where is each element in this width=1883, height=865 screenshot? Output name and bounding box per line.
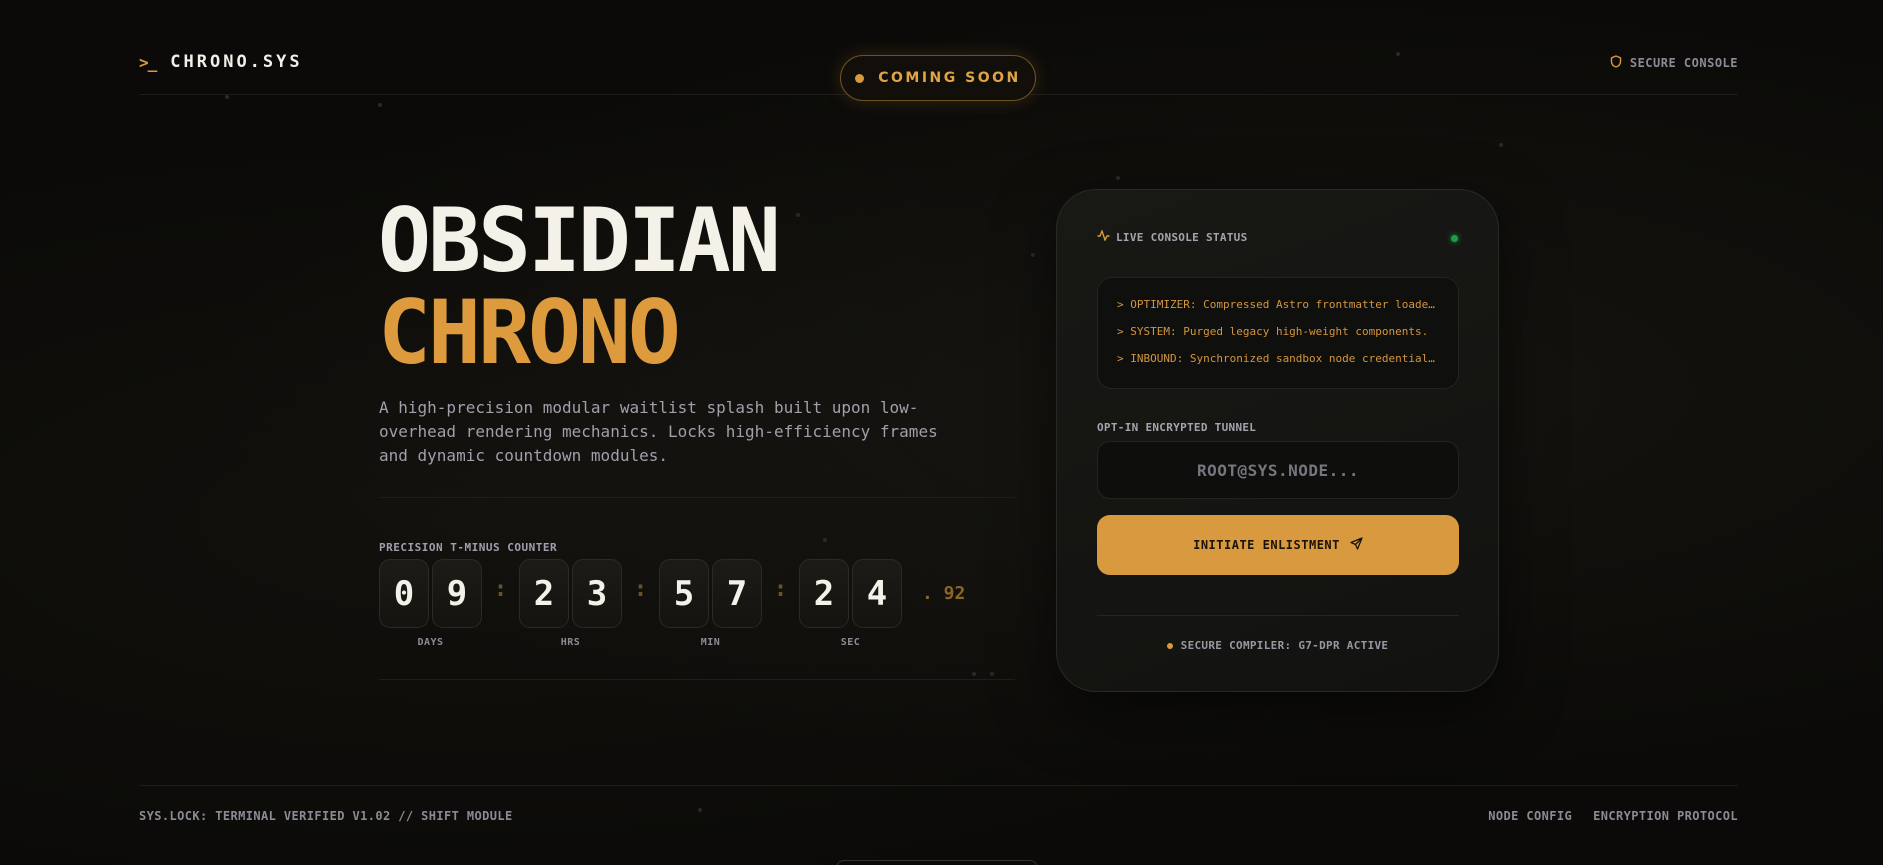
log-line: > SYSTEM: Purged legacy high-weight comp… xyxy=(1117,325,1429,338)
days-digit: 0 xyxy=(379,559,429,628)
hours-digit: 3 xyxy=(572,559,622,628)
minutes-group: 5 7 MIN xyxy=(659,559,762,648)
hero-description: A high-precision modular waitlist splash… xyxy=(379,398,938,465)
minutes-digit: 5 xyxy=(659,559,709,628)
counter-label: PRECISION T-MINUS COUNTER xyxy=(379,541,558,554)
hours-unit: HRS xyxy=(560,637,581,648)
bottom-edge-element xyxy=(836,860,1038,865)
console-header: LIVE CONSOLE STATUS xyxy=(1097,228,1248,244)
compiler-status-label: SECURE COMPILER: G7-DPR ACTIVE xyxy=(1180,639,1389,652)
tunnel-input[interactable] xyxy=(1097,441,1459,499)
separator: : xyxy=(773,577,788,602)
terminal-prompt-icon: >_ xyxy=(139,52,157,72)
background-particle xyxy=(1499,143,1503,147)
enlist-label: INITIATE ENLISTMENT xyxy=(1193,538,1340,552)
hours-digit: 2 xyxy=(519,559,569,628)
initiate-enlistment-button[interactable]: INITIATE ENLISTMENT xyxy=(1097,515,1459,575)
hours-group: 2 3 HRS xyxy=(519,559,622,648)
console-log: > OPTIMIZER: Compressed Astro frontmatte… xyxy=(1097,277,1459,389)
background-particle xyxy=(796,213,800,217)
background-particle xyxy=(1031,253,1035,257)
background-particle xyxy=(225,95,229,99)
seconds-digit: 2 xyxy=(799,559,849,628)
send-icon xyxy=(1350,537,1363,553)
background-particle xyxy=(823,538,827,542)
minutes-unit: MIN xyxy=(700,637,721,648)
console-card: LIVE CONSOLE STATUS > OPTIMIZER: Compres… xyxy=(1056,189,1499,692)
seconds-group: 2 4 SEC xyxy=(799,559,902,648)
background-particle xyxy=(990,672,994,676)
coming-soon-label: COMING SOON xyxy=(878,70,1021,86)
days-unit: DAYS xyxy=(417,637,444,648)
brand-name: CHRONO.SYS xyxy=(170,52,303,72)
node-config-link[interactable]: NODE CONFIG xyxy=(1488,809,1572,823)
top-header: >_ CHRONO.SYS COMING SOON SECURE CONSOLE xyxy=(139,0,1738,101)
secure-console-label: SECURE CONSOLE xyxy=(1629,56,1738,70)
log-line: > OPTIMIZER: Compressed Astro frontmatte… xyxy=(1117,298,1440,311)
secure-console-link[interactable]: SECURE CONSOLE xyxy=(1610,55,1738,71)
console-title: LIVE CONSOLE STATUS xyxy=(1116,230,1248,244)
seconds-digit: 4 xyxy=(852,559,902,628)
milliseconds: . 92 xyxy=(922,583,966,604)
compiler-dot-icon xyxy=(1166,642,1173,649)
footer-status: SYS.LOCK: TERMINAL VERIFIED V1.02 // SHI… xyxy=(139,809,513,823)
compiler-status: SECURE COMPILER: G7-DPR ACTIVE xyxy=(1057,639,1498,652)
days-group: 0 9 DAYS xyxy=(379,559,482,648)
background-particle xyxy=(378,103,382,107)
hero-title-line2: CHRONO xyxy=(378,281,681,384)
separator: : xyxy=(493,577,508,602)
background-particle xyxy=(972,672,976,676)
brand[interactable]: >_ CHRONO.SYS xyxy=(139,52,303,72)
footer: SYS.LOCK: TERMINAL VERIFIED V1.02 // SHI… xyxy=(139,785,1738,845)
log-line: > INBOUND: Synchronized sandbox node cre… xyxy=(1117,352,1440,365)
minutes-digit: 7 xyxy=(712,559,762,628)
hero-title: OBSIDIAN CHRONO xyxy=(378,189,781,384)
activity-icon xyxy=(1097,228,1110,244)
footer-nav: NODE CONFIG ENCRYPTION PROTOCOL xyxy=(1488,809,1738,823)
background-particle xyxy=(1116,176,1120,180)
coming-soon-badge: COMING SOON xyxy=(840,55,1036,101)
hero-title-line1: OBSIDIAN xyxy=(378,189,781,292)
online-status-icon xyxy=(1451,235,1458,242)
days-digit: 9 xyxy=(432,559,482,628)
separator: : xyxy=(633,577,648,602)
encryption-protocol-link[interactable]: ENCRYPTION PROTOCOL xyxy=(1593,809,1738,823)
divider xyxy=(379,497,1015,498)
seconds-unit: SEC xyxy=(840,637,861,648)
tunnel-label: OPT-IN ENCRYPTED TUNNEL xyxy=(1097,421,1257,434)
divider xyxy=(379,679,1015,680)
shield-icon xyxy=(1610,55,1622,71)
card-divider xyxy=(1097,615,1459,616)
countdown-timer: 0 9 DAYS : 2 3 HRS : 5 7 MIN : 2 4 SEC .… xyxy=(379,559,965,648)
status-dot-icon xyxy=(855,73,865,83)
